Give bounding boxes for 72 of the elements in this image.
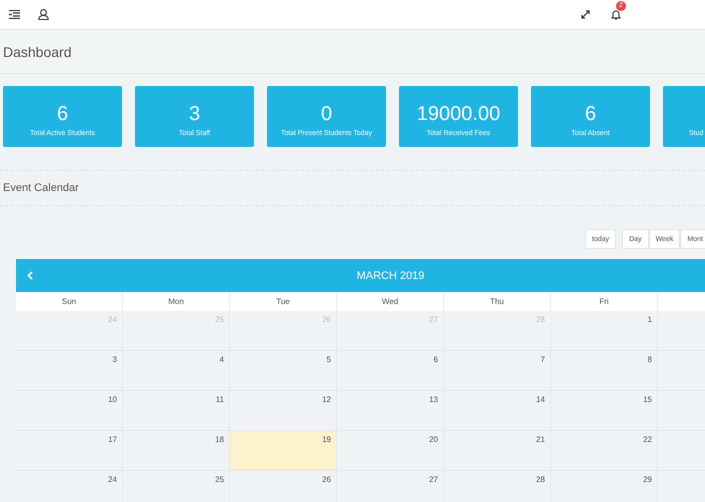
day-number: 1 <box>648 315 652 324</box>
weekday-header: Mon <box>123 292 230 311</box>
day-cell[interactable]: 7 <box>444 351 551 391</box>
day-number: 11 <box>216 395 224 404</box>
day-cell[interactable]: 15 <box>551 391 658 431</box>
day-number: 28 <box>536 315 545 324</box>
day-number: 18 <box>215 435 224 444</box>
day-cell[interactable]: 26 <box>230 471 337 502</box>
day-cell[interactable]: 21 <box>444 431 551 471</box>
day-number: 29 <box>643 475 652 484</box>
day-cell[interactable]: 3 <box>16 351 123 391</box>
page-title: Dashboard <box>3 44 72 60</box>
day-cell[interactable]: 5 <box>230 351 337 391</box>
day-number: 13 <box>429 395 438 404</box>
stat-value: 6 <box>584 102 596 126</box>
chevron-left-icon[interactable] <box>27 271 33 280</box>
day-cell[interactable]: 11 <box>123 391 230 431</box>
stat-value: 0 <box>320 102 332 126</box>
day-number: 19 <box>322 435 331 444</box>
day-number: 3 <box>112 355 117 364</box>
day-number: 8 <box>648 355 652 364</box>
day-number: 6 <box>434 355 438 364</box>
weekday-header: Wed <box>337 292 444 311</box>
stat-value: 19000.00 <box>416 102 500 126</box>
day-number: 10 <box>108 395 117 404</box>
expand-icon[interactable] <box>581 10 590 19</box>
day-cell[interactable]: 17 <box>16 431 123 471</box>
day-cell[interactable]: 1 <box>551 311 658 351</box>
day-cell[interactable]: 20 <box>337 431 444 471</box>
weekday-header: Tue <box>230 292 337 311</box>
day-cell[interactable]: 27 <box>337 471 444 502</box>
day-number: 4 <box>220 355 224 364</box>
day-number: 14 <box>536 395 545 404</box>
day-number: 26 <box>322 315 331 324</box>
day-cell[interactable]: 4 <box>123 351 230 391</box>
day-number: 28 <box>536 475 545 484</box>
day-cell[interactable]: 6 <box>337 351 444 391</box>
weekday-header: Fri <box>551 292 658 311</box>
day-number: 17 <box>108 435 117 444</box>
day-number: 24 <box>108 475 117 484</box>
day-cell[interactable]: 19 <box>230 431 337 471</box>
day-cell[interactable]: 28 <box>444 471 551 502</box>
day-number: 22 <box>643 435 652 444</box>
weekday-header: Thu <box>444 292 551 311</box>
menu-icon[interactable] <box>9 10 20 19</box>
day-cell[interactable]: 22 <box>551 431 658 471</box>
day-cell[interactable]: 29 <box>551 471 658 502</box>
day-cell[interactable]: 8 <box>551 351 658 391</box>
day-number: 27 <box>429 475 438 484</box>
day-cell[interactable]: 24 <box>16 471 123 502</box>
user-icon[interactable] <box>38 9 49 20</box>
section-title: Event Calendar <box>3 182 79 194</box>
day-cell[interactable]: 13 <box>337 391 444 431</box>
day-cell[interactable]: 10 <box>16 391 123 431</box>
day-number: 21 <box>536 435 545 444</box>
day-number: 26 <box>322 475 331 484</box>
day-number: 25 <box>215 475 224 484</box>
day-number: 12 <box>322 395 331 404</box>
day-number: 5 <box>326 355 331 364</box>
bell-icon[interactable] <box>611 9 621 20</box>
day-number: 15 <box>643 395 652 404</box>
day-cell[interactable]: 14 <box>444 391 551 431</box>
stat-value: 6 <box>56 102 68 126</box>
day-number: 27 <box>429 315 438 324</box>
weekday-header: Sun <box>16 292 123 311</box>
month-title: MARCH 2019 <box>356 270 424 282</box>
stat-value: 3 <box>188 102 200 126</box>
day-cell[interactable]: 25 <box>123 471 230 502</box>
day-number: 7 <box>540 355 545 364</box>
day-number: 20 <box>429 435 438 444</box>
day-number: 24 <box>108 315 117 324</box>
day-number: 25 <box>215 315 224 324</box>
